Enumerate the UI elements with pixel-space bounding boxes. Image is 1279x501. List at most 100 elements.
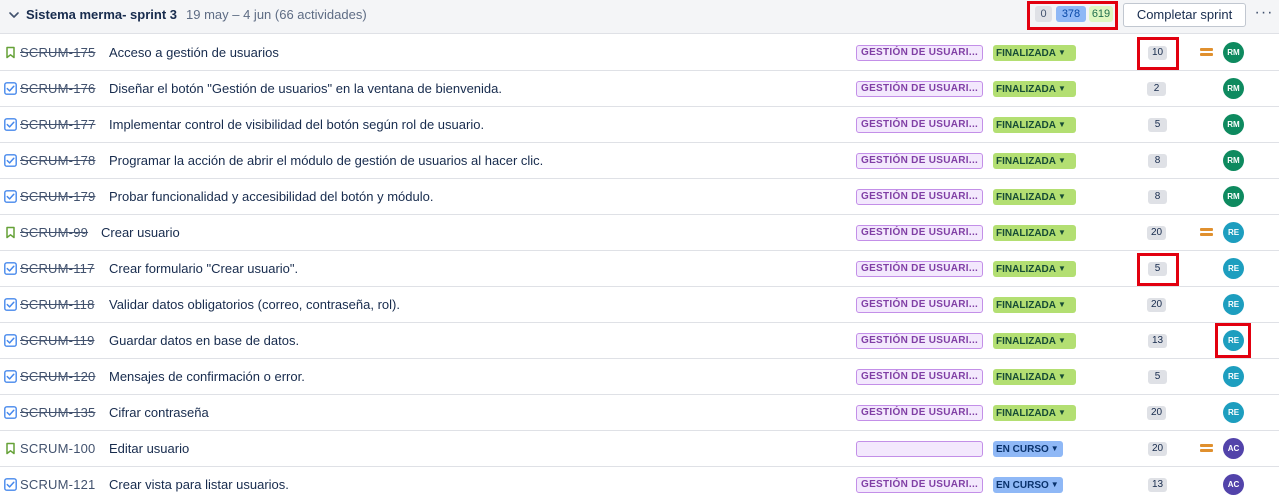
status-dropdown[interactable]: FINALIZADA ▼ [993, 333, 1076, 349]
assignee-avatar[interactable]: RM [1223, 150, 1244, 171]
issue-row[interactable]: SCRUM-100 Editar usuario EN CURSO ▼ 20 AC [0, 431, 1279, 467]
issue-key[interactable]: SCRUM-176 [20, 81, 95, 96]
issue-row[interactable]: SCRUM-175 Acceso a gestión de usuarios GES… [0, 35, 1279, 71]
epic-lozenge[interactable]: GESTIÓN DE USUARI... [856, 189, 983, 205]
issue-summary[interactable]: Crear formulario "Crear usuario". [109, 261, 298, 276]
issue-key[interactable]: SCRUM-121 [20, 477, 95, 492]
issue-key[interactable]: SCRUM-117 [20, 261, 95, 276]
task-icon [4, 82, 17, 95]
story-points-badge[interactable]: 20 [1147, 298, 1166, 312]
chevron-down-icon: ▼ [1050, 444, 1059, 453]
issue-key[interactable]: SCRUM-179 [20, 189, 95, 204]
chevron-down-icon: ▼ [1058, 84, 1066, 93]
issue-key[interactable]: SCRUM-100 [20, 441, 95, 456]
issue-summary[interactable]: Probar funcionalidad y accesibilidad del… [109, 189, 433, 204]
issue-key[interactable]: SCRUM-175 [20, 45, 95, 60]
status-dropdown[interactable]: FINALIZADA ▼ [993, 225, 1076, 241]
issue-key[interactable]: SCRUM-119 [20, 333, 95, 348]
issue-key[interactable]: SCRUM-99 [20, 225, 88, 240]
assignee-avatar[interactable]: RE [1223, 294, 1244, 315]
epic-lozenge[interactable]: GESTIÓN DE USUARI... [856, 477, 983, 493]
complete-sprint-button[interactable]: Completar sprint [1123, 3, 1246, 27]
highlight-box [1137, 37, 1179, 70]
issue-row[interactable]: SCRUM-118 Validar datos obligatorios (cor… [0, 287, 1279, 323]
status-dropdown[interactable]: FINALIZADA ▼ [993, 45, 1076, 61]
epic-lozenge[interactable]: GESTIÓN DE USUARI... [856, 117, 983, 133]
sprint-name[interactable]: Sistema merma- sprint 3 [26, 7, 177, 22]
story-points-badge[interactable]: 13 [1148, 334, 1167, 348]
issue-key[interactable]: SCRUM-178 [20, 153, 95, 168]
issue-summary[interactable]: Acceso a gestión de usuarios [109, 45, 279, 60]
issue-row[interactable]: SCRUM-179 Probar funcionalidad y accesibi… [0, 179, 1279, 215]
more-actions-icon[interactable]: ··· [1253, 4, 1275, 26]
story-points-badge[interactable]: 8 [1148, 190, 1167, 204]
assignee-avatar[interactable]: RM [1223, 114, 1244, 135]
issue-summary[interactable]: Cifrar contraseña [109, 405, 209, 420]
issue-row[interactable]: SCRUM-119 Guardar datos en base de datos.… [0, 323, 1279, 359]
issue-summary[interactable]: Mensajes de confirmación o error. [109, 369, 305, 384]
epic-lozenge[interactable]: GESTIÓN DE USUARI... [856, 297, 983, 313]
issue-row[interactable]: SCRUM-176 Diseñar el botón "Gestión de us… [0, 71, 1279, 107]
epic-lozenge[interactable]: GESTIÓN DE USUARI... [856, 45, 983, 61]
issue-summary[interactable]: Editar usuario [109, 441, 189, 456]
story-points-badge[interactable]: 20 [1147, 226, 1166, 240]
story-points-badge[interactable]: 2 [1147, 82, 1166, 96]
assignee-avatar[interactable]: RE [1223, 402, 1244, 423]
epic-lozenge[interactable]: GESTIÓN DE USUARI... [856, 153, 983, 169]
assignee-avatar[interactable]: RM [1223, 78, 1244, 99]
status-dropdown[interactable]: FINALIZADA ▼ [993, 117, 1076, 133]
issue-summary[interactable]: Validar datos obligatorios (correo, cont… [109, 297, 400, 312]
story-points-badge[interactable]: 20 [1147, 406, 1166, 420]
status-dropdown[interactable]: FINALIZADA ▼ [993, 81, 1076, 97]
issue-key[interactable]: SCRUM-120 [20, 369, 95, 384]
issue-summary[interactable]: Diseñar el botón "Gestión de usuarios" e… [109, 81, 502, 96]
status-dropdown[interactable]: FINALIZADA ▼ [993, 405, 1076, 421]
status-dropdown[interactable]: FINALIZADA ▼ [993, 261, 1076, 277]
epic-lozenge[interactable] [856, 441, 983, 457]
assignee-avatar[interactable]: RE [1223, 258, 1244, 279]
status-label: FINALIZADA [996, 48, 1056, 59]
assignee-avatar[interactable]: RE [1223, 366, 1244, 387]
issue-row[interactable]: SCRUM-117 Crear formulario "Crear usuario… [0, 251, 1279, 287]
epic-lozenge[interactable]: GESTIÓN DE USUARI... [856, 333, 983, 349]
issue-row[interactable]: SCRUM-178 Programar la acción de abrir el… [0, 143, 1279, 179]
issue-summary[interactable]: Programar la acción de abrir el módulo d… [109, 153, 543, 168]
status-dropdown[interactable]: EN CURSO ▼ [993, 477, 1063, 493]
epic-lozenge[interactable]: GESTIÓN DE USUARI... [856, 405, 983, 421]
chevron-down-icon[interactable] [7, 8, 21, 22]
assignee-avatar[interactable]: AC [1223, 438, 1244, 459]
issue-summary[interactable]: Implementar control de visibilidad del b… [109, 117, 484, 132]
issue-summary[interactable]: Guardar datos en base de datos. [109, 333, 299, 348]
story-points-badge[interactable]: 20 [1148, 442, 1167, 456]
epic-lozenge[interactable]: GESTIÓN DE USUARI... [856, 261, 983, 277]
assignee-avatar[interactable]: AC [1223, 474, 1244, 495]
assignee-avatar[interactable]: RM [1223, 42, 1244, 63]
status-dropdown[interactable]: FINALIZADA ▼ [993, 153, 1076, 169]
issue-summary[interactable]: Crear vista para listar usuarios. [109, 477, 289, 492]
issue-key[interactable]: SCRUM-177 [20, 117, 95, 132]
assignee-avatar[interactable]: RE [1223, 222, 1244, 243]
issue-row[interactable]: SCRUM-177 Implementar control de visibili… [0, 107, 1279, 143]
epic-lozenge[interactable]: GESTIÓN DE USUARI... [856, 81, 983, 97]
issue-row[interactable]: SCRUM-135 Cifrar contraseña GESTIÓN DE USU… [0, 395, 1279, 431]
issue-key[interactable]: SCRUM-135 [20, 405, 95, 420]
issue-key[interactable]: SCRUM-118 [20, 297, 95, 312]
chevron-down-icon: ▼ [1058, 264, 1066, 273]
epic-lozenge[interactable]: GESTIÓN DE USUARI... [856, 369, 983, 385]
status-dropdown[interactable]: FINALIZADA ▼ [993, 297, 1076, 313]
issue-row[interactable]: SCRUM-99 Crear usuario GESTIÓN DE USUARI..… [0, 215, 1279, 251]
status-dropdown[interactable]: FINALIZADA ▼ [993, 189, 1076, 205]
task-icon [4, 334, 17, 347]
story-points-badge[interactable]: 13 [1148, 478, 1167, 492]
epic-lozenge[interactable]: GESTIÓN DE USUARI... [856, 225, 983, 241]
assignee-avatar[interactable]: RM [1223, 186, 1244, 207]
story-points-badge[interactable]: 5 [1148, 370, 1167, 384]
issue-row[interactable]: SCRUM-121 Crear vista para listar usuario… [0, 467, 1279, 501]
issue-summary[interactable]: Crear usuario [101, 225, 180, 240]
status-dropdown[interactable]: EN CURSO ▼ [993, 441, 1063, 457]
issue-row[interactable]: SCRUM-120 Mensajes de confirmación o erro… [0, 359, 1279, 395]
status-dropdown[interactable]: FINALIZADA ▼ [993, 369, 1076, 385]
story-points-badge[interactable]: 5 [1148, 118, 1167, 132]
story-points-badge[interactable]: 8 [1148, 154, 1167, 168]
task-icon [4, 262, 17, 275]
